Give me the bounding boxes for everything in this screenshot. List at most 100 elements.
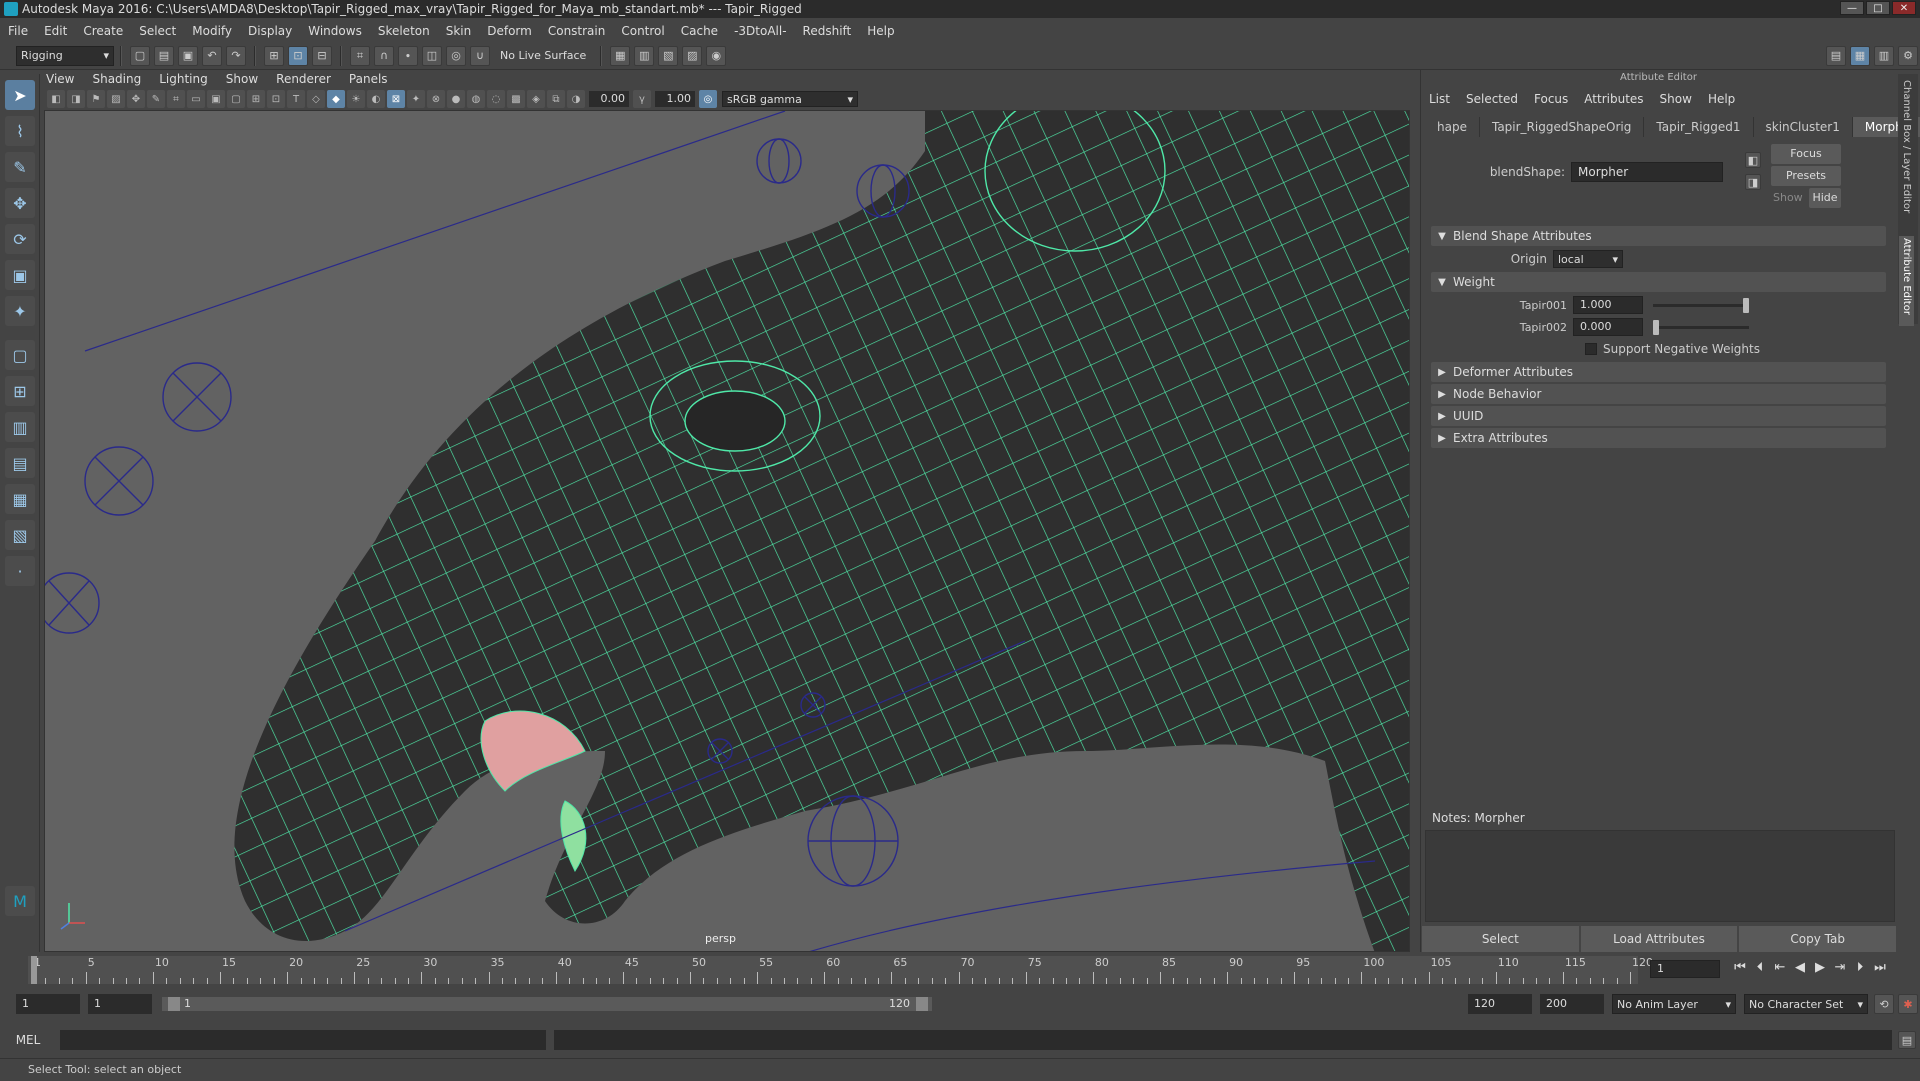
- color-space-dropdown[interactable]: sRGB gamma ▾: [722, 91, 858, 107]
- viewport-menu-view[interactable]: View: [46, 72, 74, 86]
- tab-skincluster1[interactable]: skinCluster1: [1754, 117, 1853, 137]
- auto-key-icon[interactable]: ⟲: [1874, 994, 1894, 1014]
- gamma-field[interactable]: 1.00: [655, 91, 695, 107]
- time-ruler[interactable]: 1 5 10 15 20 25 30 35 40 45 50 55 60 65 70 75 80 85 90 95 10…: [28, 956, 1653, 984]
- select-component-icon[interactable]: ⊟: [312, 45, 332, 66]
- hypershade-icon[interactable]: ◉: [706, 45, 727, 66]
- ae-menu-list[interactable]: List: [1429, 92, 1450, 106]
- input-connection-icon[interactable]: ◧: [1745, 152, 1761, 168]
- safe-action-icon[interactable]: ⊡: [267, 90, 285, 108]
- weight-slider-handle[interactable]: [1653, 319, 1659, 335]
- ae-menu-attributes[interactable]: Attributes: [1584, 92, 1643, 106]
- step-forward-key-icon[interactable]: ⇥: [1830, 960, 1850, 975]
- minimize-button[interactable]: —: [1840, 1, 1864, 15]
- menu-deform[interactable]: Deform: [487, 24, 532, 38]
- hide-button[interactable]: Hide: [1809, 188, 1841, 208]
- close-button[interactable]: ✕: [1892, 1, 1916, 15]
- menu-file[interactable]: File: [8, 24, 28, 38]
- go-to-end-icon[interactable]: ⏭: [1870, 960, 1890, 975]
- camera-attributes-icon[interactable]: ◨: [67, 90, 85, 108]
- weight-slider-handle[interactable]: [1743, 297, 1749, 313]
- magnet-icon[interactable]: ∪: [470, 45, 490, 66]
- section-weight[interactable]: ▼ Weight: [1431, 272, 1886, 292]
- presets-button[interactable]: Presets: [1771, 166, 1841, 186]
- playback-end-field[interactable]: 120: [1468, 994, 1532, 1014]
- tab-tapir-rigged1[interactable]: Tapir_Rigged1: [1644, 117, 1754, 137]
- textured-icon[interactable]: ◐: [367, 90, 385, 108]
- ae-menu-show[interactable]: Show: [1660, 92, 1692, 106]
- playback-start-field[interactable]: 1: [88, 994, 152, 1014]
- mel-label[interactable]: MEL: [0, 1033, 56, 1047]
- range-start-field[interactable]: 1: [16, 994, 80, 1014]
- select-tool-icon[interactable]: ➤: [5, 80, 35, 110]
- menu-windows[interactable]: Windows: [308, 24, 362, 38]
- isolate-select-icon[interactable]: ◈: [527, 90, 545, 108]
- grid-icon[interactable]: ⌗: [167, 90, 185, 108]
- viewport-menu-panels[interactable]: Panels: [349, 72, 388, 86]
- menu-skin[interactable]: Skin: [446, 24, 472, 38]
- resolution-gate-icon[interactable]: ▣: [207, 90, 225, 108]
- shadows-icon[interactable]: ●: [447, 90, 465, 108]
- motion-blur-icon[interactable]: ◌: [487, 90, 505, 108]
- channel-box-icon[interactable]: ⚙: [1898, 45, 1918, 66]
- xray-icon[interactable]: ✦: [407, 90, 425, 108]
- paint-select-tool-icon[interactable]: ✎: [5, 152, 35, 182]
- menu-modify[interactable]: Modify: [192, 24, 232, 38]
- exposure-field[interactable]: 0.00: [589, 91, 629, 107]
- last-tool-icon[interactable]: ✦: [5, 296, 35, 326]
- grease-pencil-icon[interactable]: ✎: [147, 90, 165, 108]
- support-negative-checkbox[interactable]: [1585, 343, 1597, 355]
- move-tool-icon[interactable]: ✥: [5, 188, 35, 218]
- section-blend-shape-attributes[interactable]: ▼ Blend Shape Attributes: [1431, 226, 1886, 246]
- range-end-field[interactable]: 200: [1540, 994, 1604, 1014]
- image-plane-icon[interactable]: ▨: [107, 90, 125, 108]
- lasso-tool-icon[interactable]: ⌇: [5, 116, 35, 146]
- script-editor-icon[interactable]: ▤: [1898, 1031, 1916, 1049]
- weight-slider[interactable]: [1653, 297, 1749, 313]
- step-back-key-icon[interactable]: ⇤: [1770, 960, 1790, 975]
- play-backward-icon[interactable]: ◀: [1790, 960, 1810, 975]
- tab-hape[interactable]: hape: [1425, 117, 1480, 137]
- ae-menu-help[interactable]: Help: [1708, 92, 1735, 106]
- layout-icon[interactable]: ▤: [1826, 45, 1846, 66]
- focus-button[interactable]: Focus: [1771, 144, 1841, 164]
- side-tab-channel-box[interactable]: Channel Box / Layer Editor: [1901, 80, 1912, 230]
- character-set-dropdown[interactable]: No Character Set ▾: [1744, 994, 1868, 1014]
- exposure-icon[interactable]: ◑: [567, 90, 585, 108]
- range-slider-start-handle[interactable]: [168, 997, 180, 1011]
- undo-icon[interactable]: ↶: [202, 45, 222, 66]
- single-view-icon[interactable]: ▢: [5, 340, 35, 370]
- output-connection-icon[interactable]: ◨: [1745, 174, 1761, 190]
- layout-collapse-icon[interactable]: ·: [5, 556, 35, 586]
- new-scene-icon[interactable]: ▢: [130, 45, 150, 66]
- menu-display[interactable]: Display: [248, 24, 292, 38]
- redo-icon[interactable]: ↷: [226, 45, 246, 66]
- weight-value-field[interactable]: 1.000: [1573, 296, 1643, 314]
- menu-set-dropdown[interactable]: Rigging ▾: [16, 45, 114, 66]
- attribute-editor-toggle-icon[interactable]: ▦: [1850, 45, 1870, 66]
- select-object-icon[interactable]: ⊡: [288, 45, 308, 66]
- load-attributes-button[interactable]: Load Attributes: [1580, 926, 1738, 952]
- maximize-button[interactable]: □: [1866, 1, 1890, 15]
- section-node-behavior[interactable]: ▶ Node Behavior: [1431, 384, 1886, 404]
- viewport-menu-shading[interactable]: Shading: [92, 72, 141, 86]
- current-frame-field[interactable]: 1: [1650, 960, 1720, 978]
- weight-value-field[interactable]: 0.000: [1573, 318, 1643, 336]
- viewport-menu-renderer[interactable]: Renderer: [276, 72, 331, 86]
- graph-view-icon[interactable]: ▤: [5, 448, 35, 478]
- menu-3dtoall[interactable]: -3DtoAll-: [734, 24, 786, 38]
- snap-curve-icon[interactable]: ∩: [374, 45, 394, 66]
- range-slider-end-handle[interactable]: [916, 997, 928, 1011]
- anti-aliasing-icon[interactable]: ▩: [507, 90, 525, 108]
- menu-create[interactable]: Create: [83, 24, 123, 38]
- safe-title-icon[interactable]: T: [287, 90, 305, 108]
- ipr-render-icon[interactable]: ▧: [658, 45, 679, 66]
- rotate-tool-icon[interactable]: ⟳: [5, 224, 35, 254]
- outliner-view-icon[interactable]: ▥: [5, 412, 35, 442]
- menu-control[interactable]: Control: [621, 24, 664, 38]
- scale-tool-icon[interactable]: ▣: [5, 260, 35, 290]
- select-hierarchy-icon[interactable]: ⊞: [264, 45, 284, 66]
- range-slider[interactable]: 1 120: [162, 997, 932, 1011]
- weight-slider[interactable]: [1653, 319, 1749, 335]
- gate-mask-icon[interactable]: ▢: [227, 90, 245, 108]
